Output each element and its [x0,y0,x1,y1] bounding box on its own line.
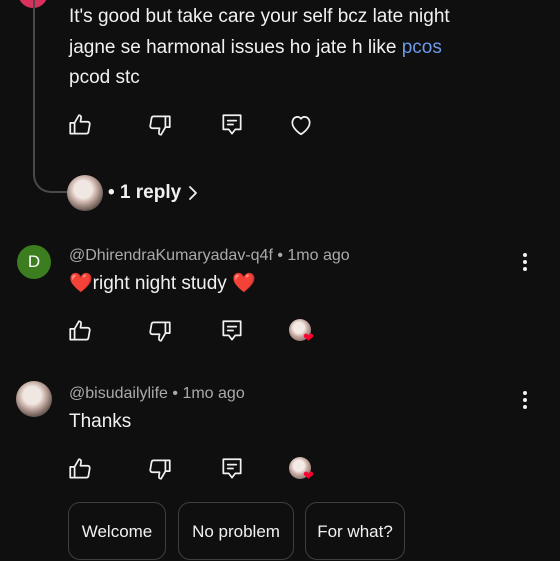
suggested-reply-chip[interactable]: For what? [305,502,405,560]
more-vertical-icon [523,391,527,409]
thumbs-up-icon [69,114,91,135]
avatar[interactable]: D [17,245,51,279]
heart-icon [291,116,311,136]
comment-text: ❤️right night study ❤️ [69,273,256,294]
comment-text-segment: jagne se harmonal issues ho jate h like [69,36,402,58]
heart-icon: ❤ [303,330,314,345]
reply-button[interactable] [219,112,245,138]
author-name[interactable]: @DhirendraKumaryadav-q4f [69,247,273,264]
suggested-reply-chip[interactable]: No problem [178,502,294,560]
reply-button[interactable] [219,456,245,482]
dislike-button[interactable] [147,456,173,482]
like-button[interactable] [67,112,93,138]
reply-avatar [67,175,103,211]
thumbs-down-icon [149,115,171,136]
thumbs-down-icon [149,321,171,342]
view-replies-button[interactable]: • 1 reply [67,175,217,211]
like-button[interactable] [67,456,93,482]
dislike-button[interactable] [147,112,173,138]
suggested-reply-chip[interactable]: Welcome [68,502,166,560]
heart-button[interactable] [288,112,314,138]
comment-text: It's good but take care your self bcz la… [69,2,549,94]
reply-button[interactable] [219,318,245,344]
comment-age: • 1mo ago [277,247,350,264]
creator-heart-badge: ❤ [289,457,319,483]
thumbs-up-icon [69,458,91,479]
more-options-button[interactable] [523,253,527,274]
like-button[interactable] [67,318,93,344]
creator-heart-badge: ❤ [289,319,319,345]
author-name[interactable]: @bisudailylife [69,385,168,402]
comment-text: Thanks [69,411,132,432]
comment-header: @DhirendraKumaryadav-q4f • 1mo ago [69,247,350,265]
reply-icon [222,458,242,479]
comment-text-line: jagne se harmonal issues ho jate h like … [69,33,549,64]
thread-connector-line [33,0,69,193]
comment-text-line: pcod stc [69,67,140,88]
reply-icon [222,320,242,341]
comment-header: @bisudailylife • 1mo ago [69,385,245,403]
avatar[interactable] [16,381,52,417]
comment-text-line: It's good but take care your self bcz la… [69,6,450,27]
replies-count: • 1 reply [108,182,182,203]
more-options-button[interactable] [523,391,527,412]
reply-icon [222,114,242,135]
more-vertical-icon [523,253,527,271]
hashtag-link[interactable]: pcos [402,37,442,58]
heart-icon: ❤ [303,468,314,483]
comment-age: • 1mo ago [172,385,245,402]
chevron-right-icon [187,184,199,207]
thumbs-up-icon [69,320,91,341]
thumbs-down-icon [149,459,171,480]
dislike-button[interactable] [147,318,173,344]
